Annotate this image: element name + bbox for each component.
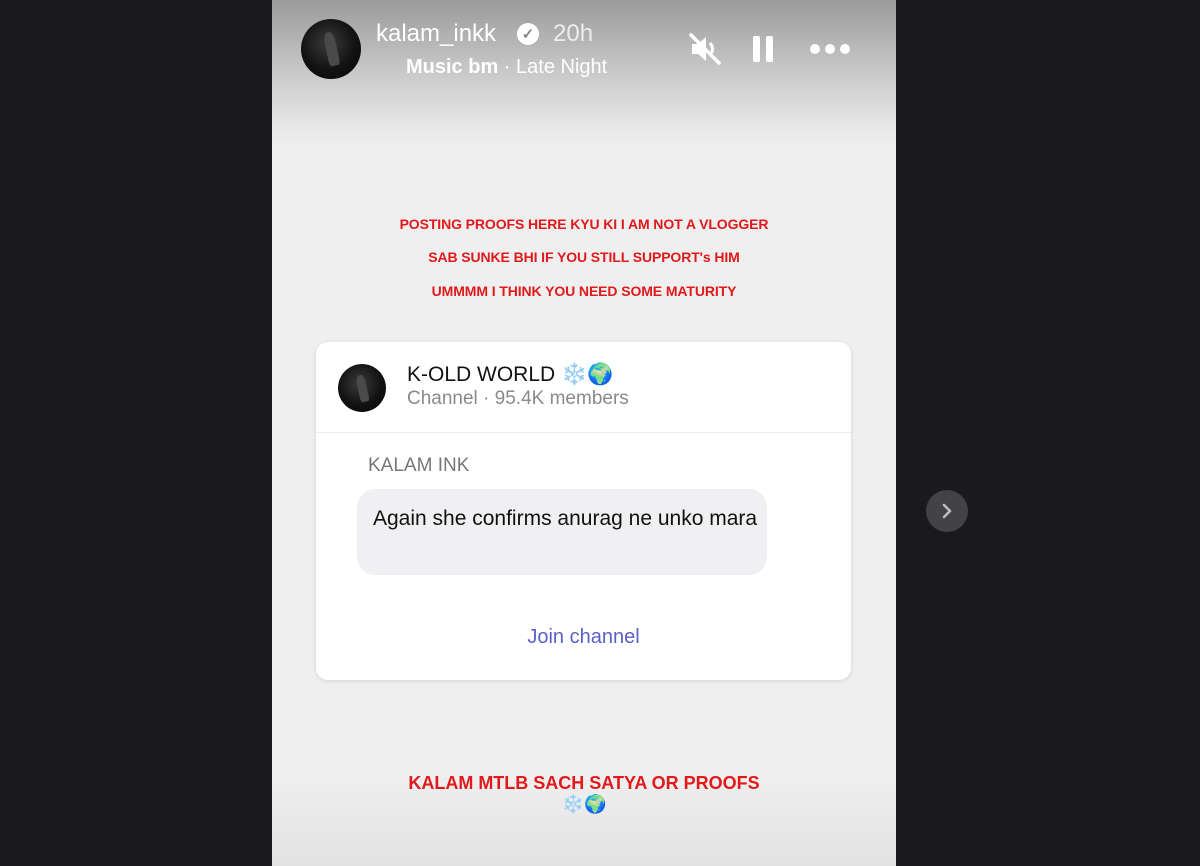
card-divider: [316, 432, 851, 433]
caption-line-1: POSTING PROOFS HERE KYU KI I AM NOT A VL…: [399, 216, 769, 232]
channel-avatar: [338, 364, 386, 412]
channel-name: K-OLD WORLD ❄️🌍: [407, 363, 614, 386]
next-story-button[interactable]: [926, 490, 968, 532]
username[interactable]: kalam_inkk: [376, 20, 496, 48]
music-artist: Late Night: [516, 56, 608, 78]
join-channel-button[interactable]: Join channel: [316, 626, 851, 649]
timestamp: 20h: [553, 20, 594, 47]
chevron-right-icon: [942, 503, 952, 519]
story-viewer[interactable]: kalam_inkk ✓ 20h Music bm · Late Night P…: [272, 0, 896, 866]
caption-line-3: UMMMM I THINK YOU NEED SOME MATURITY: [431, 283, 737, 299]
pause-icon[interactable]: [750, 32, 776, 66]
channel-subtitle: Channel · 95.4K members: [407, 388, 629, 409]
story-header: kalam_inkk ✓ 20h Music bm · Late Night: [272, 0, 896, 100]
music-info[interactable]: Music bm · Late Night: [406, 56, 607, 79]
channel-avatar-figure: [355, 373, 370, 403]
bottom-emoji: ❄️🌍: [561, 794, 607, 814]
music-separator: ·: [498, 56, 517, 78]
avatar[interactable]: [301, 19, 361, 79]
avatar-figure: [322, 31, 341, 67]
message-bubble: Again she confirms anurag ne unko mara: [357, 489, 767, 575]
caption-line-2: SAB SUNKE BHI IF YOU STILL SUPPORT's HIM: [428, 249, 740, 265]
channel-card[interactable]: K-OLD WORLD ❄️🌍 Channel · 95.4K members …: [316, 342, 851, 680]
mute-icon[interactable]: [688, 32, 722, 66]
message-text: Again she confirms anurag ne unko mara: [373, 507, 758, 530]
bottom-caption: KALAM MTLB SACH SATYA OR PROOFS: [408, 773, 760, 793]
more-icon[interactable]: [809, 32, 851, 66]
message-sender: KALAM INK: [368, 455, 470, 476]
verified-badge-icon: ✓: [517, 23, 539, 45]
music-title: Music bm: [406, 56, 499, 78]
